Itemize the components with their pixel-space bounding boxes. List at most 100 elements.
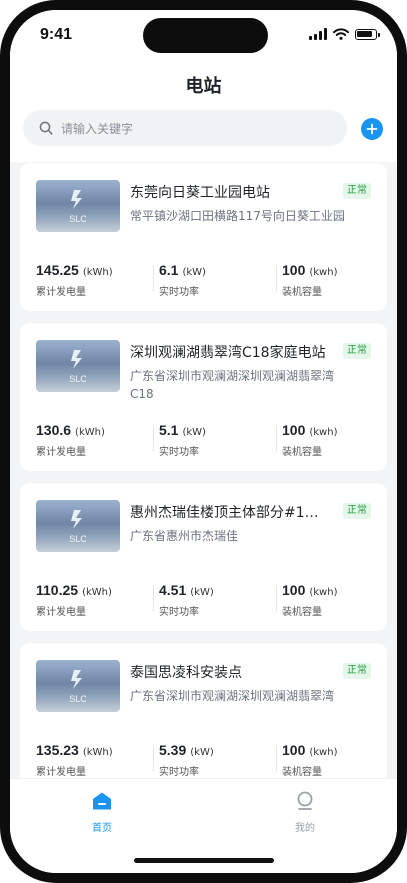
app-screen: 9:41 电站 请输入关键字 SLC 东莞向日葵工业园电站 正常 常平镇沙湖口田… xyxy=(10,10,397,873)
battery-icon xyxy=(355,28,380,40)
stat-unit: (kW) xyxy=(182,267,206,278)
stat-divider xyxy=(276,425,277,451)
stat-value: 100 xyxy=(282,262,306,278)
profile-icon xyxy=(297,791,313,810)
stat-unit: (kWh) xyxy=(75,427,105,438)
slc-logo-icon: SLC xyxy=(69,670,87,704)
stat-label: 实时功率 xyxy=(159,767,199,778)
stat-realtime-power: 6.1 (kW) 实时功率 xyxy=(159,260,206,298)
search-icon xyxy=(39,121,53,135)
stat-realtime-power: 5.1 (kW) 实时功率 xyxy=(159,420,206,458)
page-title: 电站 xyxy=(185,76,222,97)
station-name: 深圳观澜湖翡翠湾C18家庭电站 xyxy=(130,345,326,361)
stat-total-energy: 145.25 (kWh) 累计发电量 xyxy=(36,260,113,298)
stat-unit: (kwh) xyxy=(309,427,338,438)
add-station-button[interactable] xyxy=(361,118,383,140)
station-card[interactable]: SLC 惠州杰瑞佳楼顶主体部分#10号楼 正常 广东省惠州市杰瑞佳 110.25… xyxy=(20,483,387,631)
station-address: 广东省惠州市杰瑞佳 xyxy=(130,529,239,543)
dynamic-island xyxy=(143,18,268,53)
station-thumbnail: SLC xyxy=(36,660,120,712)
status-badge: 正常 xyxy=(343,503,371,519)
stat-label: 实时功率 xyxy=(159,287,199,298)
top-bar: 9:41 电站 请输入关键字 xyxy=(10,10,397,162)
stat-divider xyxy=(153,745,154,771)
home-indicator[interactable] xyxy=(134,858,274,863)
station-card[interactable]: SLC 深圳观澜湖翡翠湾C18家庭电站 正常 广东省深圳市观澜湖深圳观澜湖翡翠湾… xyxy=(20,323,387,471)
tab-profile[interactable]: 我的 xyxy=(275,791,335,834)
stat-unit: (kwh) xyxy=(309,747,338,758)
svg-text:SLC: SLC xyxy=(69,214,87,224)
cellular-signal-icon xyxy=(309,28,327,40)
plus-icon xyxy=(366,123,378,135)
stat-value: 6.1 xyxy=(159,262,179,278)
tab-profile-label: 我的 xyxy=(295,823,315,834)
station-thumbnail: SLC xyxy=(36,340,120,392)
stat-label: 装机容量 xyxy=(282,287,322,298)
stat-divider xyxy=(153,425,154,451)
stat-total-energy: 135.23 (kWh) 累计发电量 xyxy=(36,740,113,778)
station-card[interactable]: SLC 泰国思凌科安装点 正常 广东省深圳市观澜湖深圳观澜湖翡翠湾 135.23… xyxy=(20,643,387,791)
status-badge: 正常 xyxy=(343,183,371,199)
stat-value: 100 xyxy=(282,582,306,598)
station-name: 东莞向日葵工业园电站 xyxy=(130,185,270,201)
stat-label: 累计发电量 xyxy=(36,287,86,298)
wifi-icon xyxy=(333,28,349,40)
stat-divider xyxy=(276,745,277,771)
stat-value: 100 xyxy=(282,742,306,758)
slc-logo-icon: SLC xyxy=(69,510,87,544)
stat-value: 4.51 xyxy=(159,582,187,598)
station-address: 广东省深圳市观澜湖深圳观澜湖翡翠湾 xyxy=(130,689,335,703)
stat-label: 装机容量 xyxy=(282,607,322,618)
stat-value: 5.39 xyxy=(159,742,187,758)
status-icons xyxy=(309,28,380,40)
stat-divider xyxy=(276,585,277,611)
stat-unit: (kWh) xyxy=(82,747,113,758)
search-input[interactable]: 请输入关键字 xyxy=(23,110,347,146)
stat-value: 5.1 xyxy=(159,422,179,438)
stat-capacity: 100 (kwh) 装机容量 xyxy=(282,260,337,298)
tab-home[interactable]: 首页 xyxy=(72,791,132,834)
stat-capacity: 100 (kwh) 装机容量 xyxy=(282,740,337,778)
stat-value: 130.6 xyxy=(36,422,72,438)
stat-label: 装机容量 xyxy=(282,447,322,458)
stat-capacity: 100 (kwh) 装机容量 xyxy=(282,420,337,458)
stat-label: 累计发电量 xyxy=(36,767,86,778)
stat-value: 110.25 xyxy=(36,582,79,598)
stat-unit: (kWh) xyxy=(82,267,113,278)
tab-home-label: 首页 xyxy=(92,823,112,834)
stat-unit: (kW) xyxy=(190,587,214,598)
stat-unit: (kWh) xyxy=(82,587,112,598)
slc-logo-icon: SLC xyxy=(69,190,87,224)
stat-label: 实时功率 xyxy=(159,447,199,458)
stat-value: 100 xyxy=(282,422,306,438)
stat-divider xyxy=(276,265,277,291)
stat-value: 135.23 xyxy=(36,742,79,758)
stat-divider xyxy=(153,585,154,611)
stat-label: 实时功率 xyxy=(159,607,199,618)
status-badge: 正常 xyxy=(343,663,371,679)
station-address: 常平镇沙湖口田横路117号向日葵工业园 xyxy=(130,209,345,223)
stat-unit: (kwh) xyxy=(309,587,338,598)
stat-value: 145.25 xyxy=(36,262,79,278)
station-address: 广东省深圳市观澜湖深圳观澜湖翡翠湾C18 xyxy=(130,369,335,401)
home-icon xyxy=(93,792,111,810)
stat-label: 装机容量 xyxy=(282,767,322,778)
phone-frame: 9:41 电站 请输入关键字 SLC 东莞向日葵工业园电站 正常 常平镇沙湖口田… xyxy=(0,0,407,883)
stat-unit: (kW) xyxy=(182,427,206,438)
station-card[interactable]: SLC 东莞向日葵工业园电站 正常 常平镇沙湖口田横路117号向日葵工业园 14… xyxy=(20,163,387,311)
station-thumbnail: SLC xyxy=(36,180,120,232)
stat-divider xyxy=(153,265,154,291)
status-badge: 正常 xyxy=(343,343,371,359)
stat-realtime-power: 5.39 (kW) 实时功率 xyxy=(159,740,214,778)
stat-unit: (kwh) xyxy=(309,267,338,278)
search-placeholder: 请输入关键字 xyxy=(61,121,134,136)
stat-label: 累计发电量 xyxy=(36,607,86,618)
stat-unit: (kW) xyxy=(190,747,214,758)
slc-logo-icon: SLC xyxy=(69,350,87,384)
stat-capacity: 100 (kwh) 装机容量 xyxy=(282,580,337,618)
svg-text:SLC: SLC xyxy=(69,534,87,544)
status-time: 9:41 xyxy=(40,26,73,43)
station-name: 惠州杰瑞佳楼顶主体部分#10号楼 xyxy=(130,505,326,521)
stat-total-energy: 130.6 (kWh) 累计发电量 xyxy=(36,420,105,458)
svg-text:SLC: SLC xyxy=(69,374,87,384)
